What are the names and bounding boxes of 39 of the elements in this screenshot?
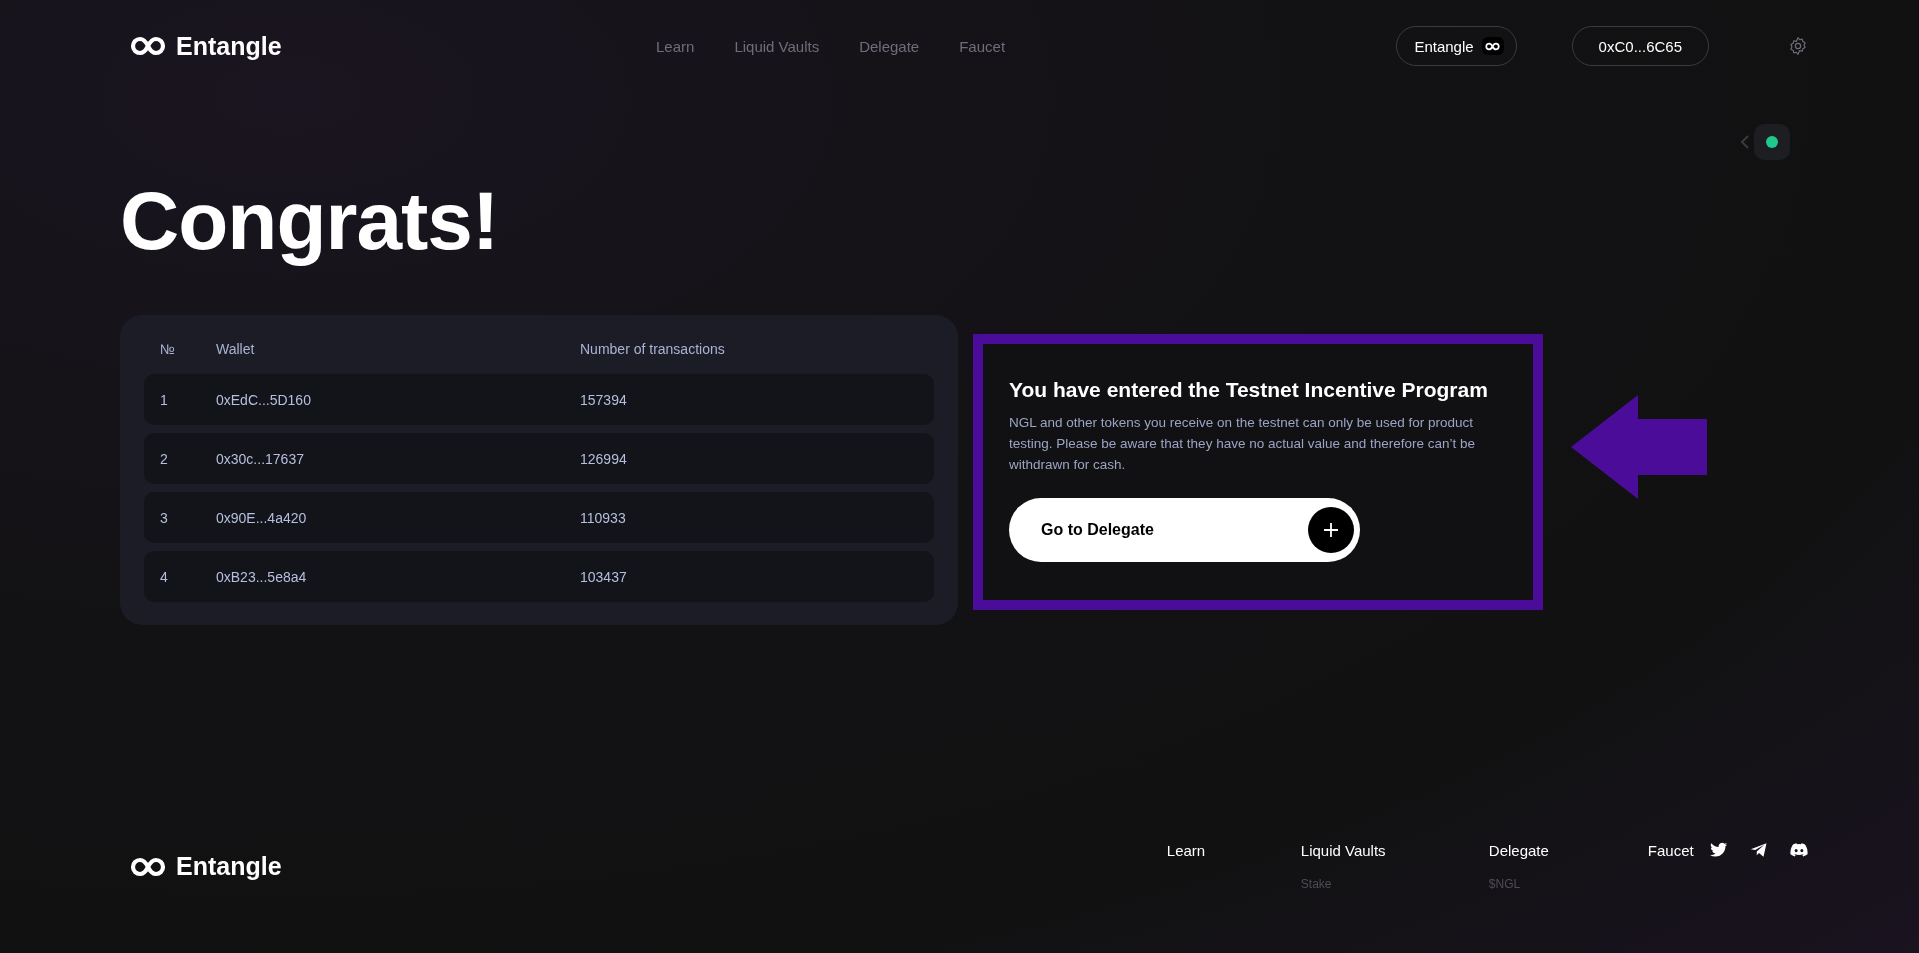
discord-icon[interactable] [1790,842,1808,858]
table-cell-text: 0xB23...5e8a4 [216,568,308,585]
table-cell-text: 126994 [580,450,628,467]
footer-link[interactable]: Delegate [1488,842,1648,859]
notice-text: NGL and other tokens you receive on the testnet can only be used for product testing. Please be aware that they have no actual value and therefore can’t be withdrawn for cash. [1009,414,1477,474]
table-cell-text: 157394 [580,391,628,408]
table-cell-text: 110933 [580,509,627,526]
status-dot-icon [1766,136,1778,148]
table-cell-text: 3 [160,509,169,526]
table-cell-text: 0x30c...17637 [216,450,305,467]
footer-link[interactable]: Liquid Vaults [1300,842,1489,859]
infinity-icon [130,36,166,56]
nav-link[interactable]: Delegate [859,37,920,55]
infinity-icon [1485,41,1501,51]
table-cell-text: 103437 [580,568,628,585]
column-header: Number of transactions [580,341,726,357]
plus-icon [1308,507,1354,553]
arrow-left-icon [1571,395,1707,499]
column-header: Wallet [216,341,256,357]
nav-link[interactable]: Faucet [959,37,1006,55]
paper-plane-icon[interactable] [1750,842,1768,858]
footer-link[interactable]: Learn [1166,842,1301,859]
table-cell-text: 0xEdC...5D160 [216,391,312,408]
settings-icon[interactable] [1788,36,1808,56]
nav-link[interactable]: Learn [656,37,695,55]
column-header: № [160,341,177,357]
logo-text[interactable]: Entangle [176,852,282,881]
nav-link[interactable]: Liquid Vaults [734,37,820,55]
table-cell-text: 2 [160,450,169,467]
notice-title: You have entered the Testnet Incentive Program [1009,378,1489,402]
footer-link[interactable]: Faucet [1647,842,1694,859]
logo-text[interactable]: Entangle [176,31,282,61]
infinity-icon [130,856,166,877]
delegate-button[interactable]: Go to Delegate [1009,498,1360,562]
table-cell-text: 1 [160,391,169,408]
toggle-button[interactable] [1754,124,1790,160]
twitter-icon[interactable] [1710,842,1728,858]
table-cell-text: 4 [160,568,169,585]
table-cell-text: 0x90E...4a420 [216,509,308,526]
